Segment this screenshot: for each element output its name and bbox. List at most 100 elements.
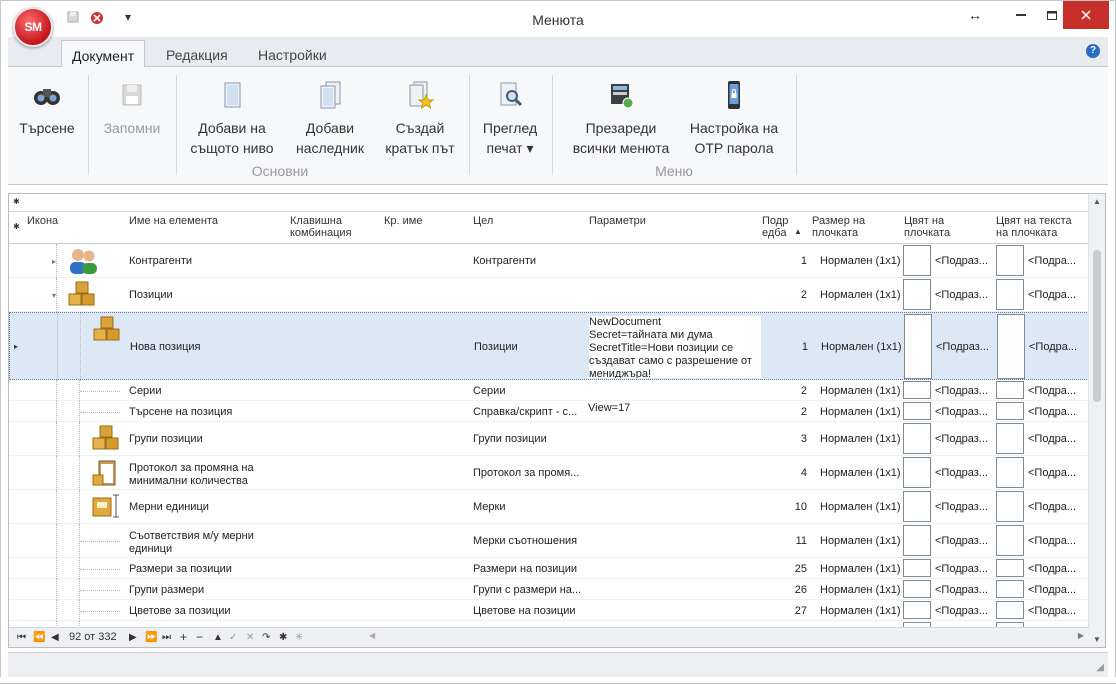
reload-menus-button[interactable]: Презареди всички менюта — [561, 67, 681, 159]
nav-first-icon[interactable]: ⏮ — [17, 632, 26, 643]
col-tile-size[interactable]: Размер на плочката — [812, 215, 892, 239]
text-color-swatch[interactable] — [996, 601, 1024, 619]
col-order[interactable]: Подр едба — [762, 215, 790, 239]
text-color-swatch[interactable] — [996, 279, 1024, 310]
nav-cancel-icon[interactable]: ✕ — [246, 632, 254, 643]
nav-post-icon[interactable]: ✓ — [229, 632, 237, 643]
col-short-name[interactable]: Кр. име — [384, 215, 422, 227]
minimize-icon[interactable] — [1001, 1, 1041, 29]
nav-next-page-icon[interactable]: ⏩ — [145, 632, 157, 643]
search-button[interactable]: Търсене — [14, 67, 80, 159]
table-row[interactable]: Размери за позиции Размери на позиции 25 Но… — [9, 558, 1089, 579]
create-shortcut-button[interactable]: Създай кратък път — [380, 67, 460, 159]
text-color-swatch[interactable] — [996, 381, 1024, 399]
nav-edit-icon[interactable]: ▲ — [213, 632, 223, 643]
table-row[interactable]: Мерни единици Мерки 10 Нормален (1x1) <Подра… — [9, 490, 1089, 524]
col-hotkey[interactable]: Клавишна комбинация — [290, 215, 370, 239]
scroll-down-icon[interactable]: ▼ — [1093, 635, 1101, 644]
collapse-icon[interactable]: ▾ — [52, 291, 56, 300]
nav-prev-page-icon[interactable]: ⏪ — [33, 632, 45, 643]
nav-goto-bookmark-icon[interactable]: ✳ — [295, 632, 303, 643]
restore-width-icon[interactable]: ↔ — [965, 1, 985, 29]
nav-refresh-icon[interactable]: ↷ — [262, 632, 270, 643]
tile-color-swatch[interactable] — [903, 423, 931, 454]
text-color-swatch[interactable] — [997, 314, 1025, 379]
tile-color-swatch[interactable] — [903, 491, 931, 522]
tile-size: Нормален (1x1) — [820, 289, 901, 301]
col-tile-color[interactable]: Цвят на плочката — [904, 215, 984, 239]
tile-color-swatch[interactable] — [903, 525, 931, 556]
text-color-swatch[interactable] — [996, 245, 1024, 276]
tile-size: Нормален (1x1) — [820, 433, 901, 445]
table-row[interactable]: Съответствия м/у мерни единици Мерки съот… — [9, 524, 1089, 558]
text-color-swatch[interactable] — [996, 457, 1024, 488]
expand-icon[interactable]: ▸ — [52, 257, 56, 266]
text-color: <Подра... — [1028, 584, 1077, 596]
text-color-swatch[interactable] — [996, 423, 1024, 454]
ribbon-tabs: Документ Редакция Настройки ? — [8, 37, 1108, 68]
nav-bookmark-icon[interactable]: ✱ — [279, 632, 287, 643]
app-logo[interactable]: SM — [13, 7, 53, 47]
reload-menus-label-2: всички менюта — [572, 140, 670, 156]
search-label: Търсене — [19, 120, 75, 136]
nav-last-icon[interactable]: ⏭ — [162, 632, 171, 643]
vertical-scroll-thumb[interactable] — [1093, 250, 1101, 402]
col-params[interactable]: Параметри — [589, 215, 646, 227]
tab-settings[interactable]: Настройки — [248, 40, 337, 68]
save-button[interactable]: Запомни — [94, 67, 170, 159]
tab-document[interactable]: Документ — [61, 40, 146, 68]
col-target[interactable]: Цел — [473, 215, 493, 227]
table-row[interactable]: Протокол за промяна на минимални количес… — [9, 456, 1089, 490]
table-row[interactable]: ▾ Позиции 2 Нормален (1x1) <Подраз... <Подра.… — [9, 278, 1089, 312]
table-row[interactable]: ▸ Контрагенти Контрагенти 1 Нормален (1x1) <П… — [9, 244, 1089, 278]
table-row[interactable]: Групи размери Групи с размери на... 26 Норм… — [9, 579, 1089, 600]
vertical-scrollbar[interactable]: ▲ ▼ — [1088, 194, 1105, 647]
add-same-level-button[interactable]: Добави на същото ниво — [186, 67, 278, 159]
col-name[interactable]: Име на елемента — [129, 215, 218, 227]
tile-color-swatch[interactable] — [903, 381, 931, 399]
window-frame-bottom — [0, 677, 1116, 684]
tile-size: Нормален (1x1) — [820, 501, 901, 513]
col-text-color[interactable]: Цвят на текста на плочката — [996, 215, 1086, 239]
tile-color-swatch[interactable] — [903, 457, 931, 488]
text-color-swatch[interactable] — [996, 491, 1024, 522]
text-color-swatch[interactable] — [996, 402, 1024, 420]
binoculars-icon — [34, 89, 60, 105]
scroll-right-icon[interactable]: ▶ — [1078, 631, 1084, 640]
tab-edit[interactable]: Редакция — [156, 40, 238, 68]
horizontal-scrollbar[interactable]: ◀ ▶ — [369, 631, 1084, 644]
nav-delete-icon[interactable]: − — [196, 630, 203, 644]
add-child-button[interactable]: Добави наследник — [290, 67, 370, 159]
floppy-icon — [122, 84, 142, 106]
table-row[interactable]: Серии Серии 2 Нормален (1x1) <Подраз... <Подр… — [9, 380, 1089, 401]
tile-color-swatch[interactable] — [903, 580, 931, 598]
text-color-swatch[interactable] — [996, 525, 1024, 556]
tile-color-swatch[interactable] — [903, 559, 931, 577]
filter-row[interactable]: ✱ — [9, 194, 1089, 212]
resize-grip-icon[interactable]: ◢ — [1096, 662, 1104, 673]
scroll-left-icon[interactable]: ◀ — [369, 631, 375, 640]
tile-color-swatch[interactable] — [903, 601, 931, 619]
boxes-icon — [92, 315, 122, 346]
tile-color-swatch[interactable] — [903, 402, 931, 420]
table-row[interactable]: ▸ Нова позиция Позиции NewDocument Secret=т… — [9, 312, 1089, 381]
scroll-up-icon[interactable]: ▲ — [1093, 197, 1101, 206]
text-color-swatch[interactable] — [996, 559, 1024, 577]
table-row[interactable]: Търсене на позиция Справка/скрипт - с... V… — [9, 401, 1089, 422]
menu-tree-grid[interactable]: ✱ ✱ Икона Име на елемента Клавишна комби… — [8, 193, 1106, 648]
nav-add-icon[interactable]: + — [180, 630, 187, 644]
col-icon[interactable]: Икона — [27, 215, 58, 227]
tile-color-swatch[interactable] — [903, 245, 931, 276]
table-row[interactable]: Групи позиции Групи позиции 3 Нормален (1x1… — [9, 422, 1089, 456]
otp-settings-button[interactable]: Настройка на OTP парола — [682, 67, 786, 159]
tile-color-swatch[interactable] — [903, 279, 931, 310]
close-icon[interactable] — [1063, 1, 1109, 29]
element-target: Размери на позиции — [473, 563, 577, 575]
print-preview-button[interactable]: Преглед печат ▾ — [474, 67, 546, 159]
nav-prev-icon[interactable]: ◀ — [51, 632, 59, 643]
text-color-swatch[interactable] — [996, 580, 1024, 598]
tile-color-swatch[interactable] — [904, 314, 932, 379]
nav-next-icon[interactable]: ▶ — [129, 632, 137, 643]
table-row[interactable]: Цветове за позиции Цветове на позиции 27 Но… — [9, 600, 1089, 621]
help-icon[interactable]: ? — [1086, 44, 1100, 58]
